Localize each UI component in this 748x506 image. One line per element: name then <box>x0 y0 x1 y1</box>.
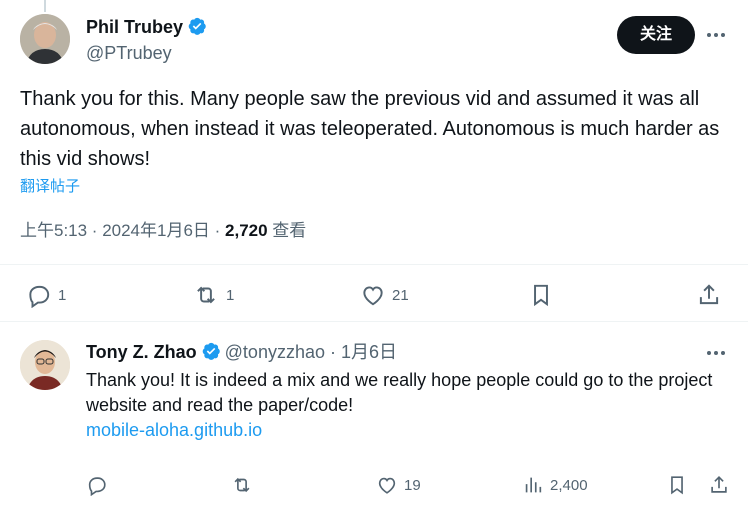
reply-date[interactable]: · 1月6日 <box>325 342 397 362</box>
follow-button[interactable]: 关注 <box>617 16 695 54</box>
verified-badge-icon <box>201 341 221 367</box>
retweet-count: 1 <box>226 286 235 304</box>
like-button[interactable]: 21 <box>360 282 409 308</box>
reply-avatar[interactable] <box>20 340 70 390</box>
like-count: 19 <box>404 476 421 494</box>
analytics-icon <box>522 474 544 496</box>
reply-header: Tony Z. Zhao @tonyzzhao · 1月6日 <box>86 340 397 367</box>
like-button[interactable]: 19 <box>376 472 421 498</box>
action-bar: 1 1 21 <box>0 264 748 322</box>
timestamp[interactable]: 上午5:13 · 2024年1月6日 · <box>20 221 225 240</box>
tweet-text: Thank you for this. Many people saw the … <box>20 88 720 170</box>
like-icon <box>376 474 398 496</box>
author-handle[interactable]: @PTrubey <box>86 42 172 64</box>
author-name-text[interactable]: Phil Trubey <box>86 17 183 37</box>
like-count: 21 <box>392 286 409 304</box>
reply-author-name[interactable]: Tony Z. Zhao <box>86 342 197 362</box>
reply-action-bar: 19 2,400 <box>0 470 748 500</box>
views-label: 查看 <box>267 221 307 240</box>
translate-post-link[interactable]: 翻译帖子 <box>20 177 80 197</box>
reply-icon <box>86 474 108 496</box>
reply-text: Thank you! It is indeed a mix and we rea… <box>86 370 713 415</box>
tweet-meta: 上午5:13 · 2024年1月6日 · 2,720 查看 <box>20 219 306 243</box>
share-button[interactable] <box>696 282 722 308</box>
share-icon <box>708 474 730 496</box>
author-name[interactable]: Phil Trubey <box>86 16 207 41</box>
views-count: 2,720 <box>225 221 268 240</box>
bookmark-icon <box>528 282 554 308</box>
reply-author-handle[interactable]: @tonyzzhao <box>225 342 325 362</box>
like-icon <box>360 282 386 308</box>
reply-button[interactable] <box>86 472 108 498</box>
reply-button[interactable]: 1 <box>26 282 66 308</box>
reply-icon <box>26 282 52 308</box>
bookmark-icon <box>666 474 688 496</box>
views-count: 2,400 <box>550 476 588 494</box>
main-tweet: Phil Trubey @PTrubey 关注 Thank you for th… <box>0 0 748 322</box>
retweet-button[interactable] <box>230 472 254 498</box>
more-icon[interactable] <box>703 24 729 46</box>
retweet-icon <box>230 474 254 496</box>
bookmark-button[interactable] <box>528 282 554 308</box>
project-link[interactable]: mobile-aloha.github.io <box>86 418 262 443</box>
retweet-button[interactable]: 1 <box>192 282 234 308</box>
reply-count: 1 <box>58 286 67 304</box>
avatar[interactable] <box>20 14 70 64</box>
verified-badge-icon <box>187 16 207 41</box>
bookmark-button[interactable] <box>666 472 688 498</box>
share-icon <box>696 282 722 308</box>
analytics-button[interactable]: 2,400 <box>522 472 588 498</box>
more-icon[interactable] <box>703 342 729 364</box>
share-button[interactable] <box>708 472 730 498</box>
retweet-icon <box>192 282 220 308</box>
